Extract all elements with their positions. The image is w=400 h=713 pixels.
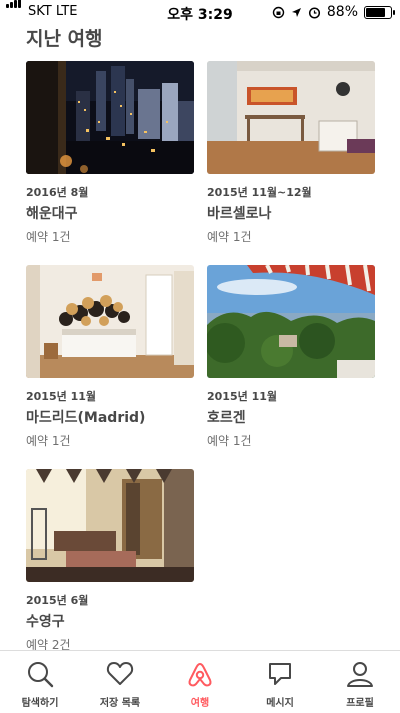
trip-date: 2016년 8월 [26, 186, 89, 199]
tab-label: 여행 [190, 698, 210, 709]
trip-booking-count: 예약 1건 [26, 230, 71, 244]
trip-date: 2015년 11월~12월 [207, 186, 312, 199]
trip-photo [26, 469, 194, 582]
tab-trips[interactable]: 여행 [160, 651, 240, 713]
trip-photo [207, 265, 375, 378]
trip-name: 마드리드(Madrid) [26, 410, 146, 426]
alarm-icon [308, 6, 320, 19]
tab-profile[interactable]: 프로필 [320, 651, 400, 713]
tab-label: 프로필 [346, 698, 374, 709]
tab-label: 탐색하기 [21, 698, 59, 709]
search-icon [28, 662, 54, 688]
profile-icon [347, 662, 373, 687]
trip-booking-count: 예약 1건 [207, 434, 252, 448]
battery-percent: 88% [326, 4, 358, 20]
trip-card[interactable]: 2015년 11월~12월 바르셀로나 예약 1건 [207, 61, 375, 245]
tab-messages[interactable]: 메시지 [240, 651, 320, 713]
trip-card[interactable]: 2016년 8월 해운대구 예약 1건 [26, 61, 194, 245]
status-bar: SKT LTE 오후 3:29 88% [0, 0, 400, 24]
location-icon [291, 7, 301, 17]
trip-date: 2015년 11월 [207, 390, 277, 403]
heart-icon [106, 662, 134, 685]
tab-explore[interactable]: 탐색하기 [0, 651, 80, 713]
trip-photo [26, 61, 194, 174]
trip-name: 바르셀로나 [207, 206, 272, 222]
trip-photo [26, 265, 194, 378]
trip-card[interactable]: 2015년 11월 마드리드(Madrid) 예약 1건 [26, 265, 194, 449]
tab-label: 메시지 [266, 698, 294, 709]
tab-saved[interactable]: 저장 목록 [80, 651, 160, 713]
trip-name: 호르겐 [207, 410, 246, 426]
trip-name: 해운대구 [26, 206, 78, 222]
bottom-tab-bar: 탐색하기 저장 목록 여행 메시지 프로필 [0, 650, 400, 713]
tab-label: 저장 목록 [99, 698, 141, 709]
airbnb-logo-icon [188, 663, 212, 687]
message-icon [269, 663, 291, 685]
trip-name: 수영구 [26, 614, 65, 630]
rotation-lock-icon [272, 6, 285, 18]
trip-date: 2015년 11월 [26, 390, 96, 403]
battery-icon [364, 5, 395, 19]
trip-booking-count: 예약 1건 [26, 434, 71, 448]
trip-card[interactable]: 2015년 6월 수영구 예약 2건 [26, 469, 194, 653]
page-title: 지난 여행 [26, 28, 103, 50]
trip-card[interactable]: 2015년 11월 호르겐 예약 1건 [207, 265, 375, 449]
trip-photo [207, 61, 375, 174]
trip-date: 2015년 6월 [26, 594, 89, 607]
trip-booking-count: 예약 1건 [207, 230, 252, 244]
